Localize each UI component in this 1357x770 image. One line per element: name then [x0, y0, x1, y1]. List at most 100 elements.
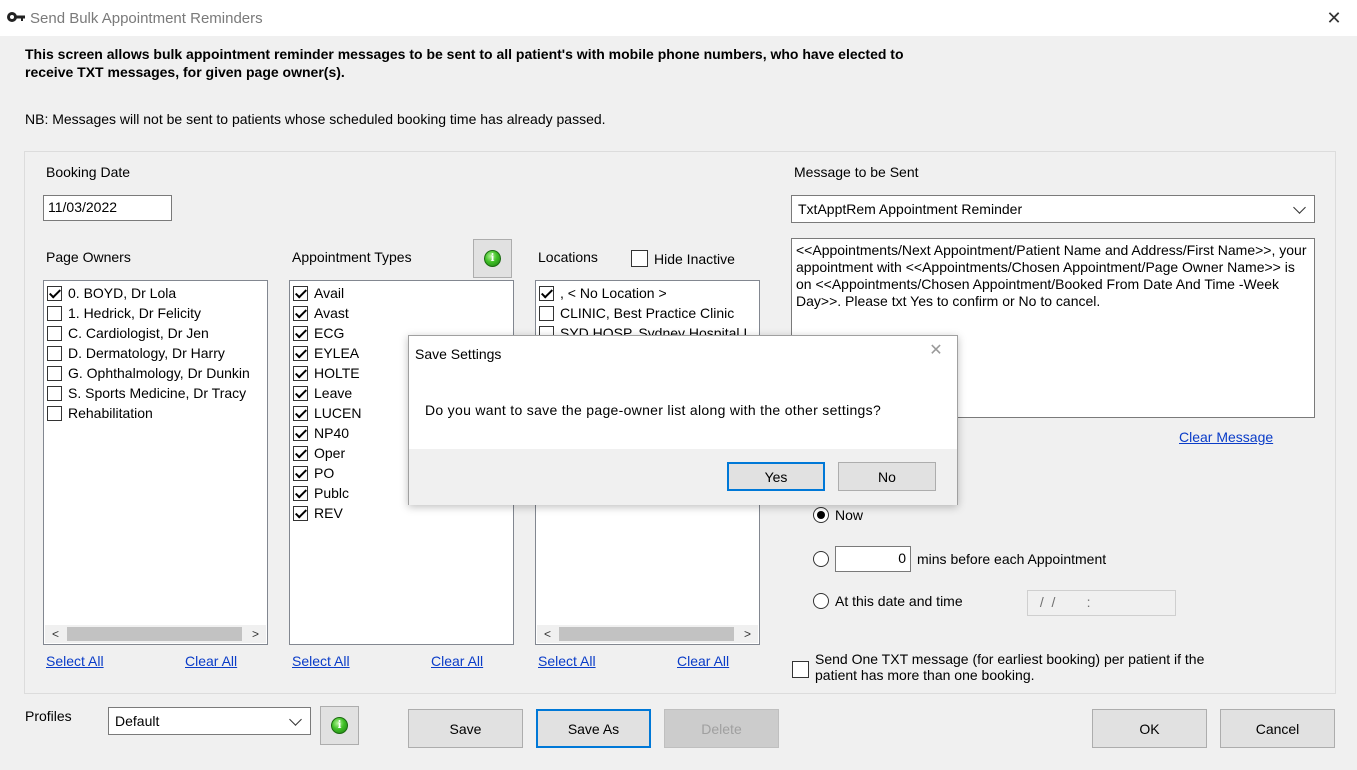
intro-line-1: This screen allows bulk appointment remi…	[25, 46, 904, 62]
location-item[interactable]: CLINIC, Best Practice Clinic	[536, 303, 759, 323]
info-icon: i	[331, 717, 348, 734]
scroll-thumb[interactable]	[559, 627, 734, 641]
appointment-type-label: Oper	[314, 445, 346, 461]
page-owners-label: Page Owners	[46, 249, 131, 265]
window-title: Send Bulk Appointment Reminders	[30, 10, 263, 27]
appointment-type-item[interactable]: Avail	[290, 283, 513, 303]
dialog-title: Save Settings	[415, 346, 502, 362]
page-owner-label: Rehabilitation	[68, 405, 153, 421]
hide-inactive-option[interactable]: Hide Inactive	[631, 250, 735, 267]
appointment-types-info-button[interactable]: i	[473, 239, 512, 278]
send-before-radio[interactable]	[813, 551, 829, 567]
page-owner-item[interactable]: C. Cardiologist, Dr Jen	[44, 323, 267, 343]
locations-select-all-link[interactable]: Select All	[538, 653, 596, 669]
intro-line-2: receive TXT messages, for given page own…	[25, 64, 345, 80]
booking-date-field[interactable]: 11/03/2022	[43, 195, 172, 221]
checkbox[interactable]	[293, 305, 308, 321]
checkbox[interactable]	[539, 285, 554, 301]
checkbox[interactable]	[293, 465, 308, 481]
clear-message-link[interactable]: Clear Message	[1179, 429, 1273, 445]
profiles-select[interactable]: Default	[108, 707, 311, 735]
intro-text: This screen allows bulk appointment remi…	[25, 45, 965, 81]
dialog-no-button[interactable]: No	[838, 462, 936, 491]
message-template-select[interactable]: TxtApptRem Appointment Reminder	[791, 195, 1315, 223]
checkbox[interactable]	[293, 325, 308, 341]
appointment-types-label: Appointment Types	[292, 249, 412, 265]
appointment-type-item[interactable]: Avast	[290, 303, 513, 323]
one-txt-line-1: Send One TXT message (for earliest booki…	[815, 651, 1205, 667]
checkbox[interactable]	[47, 285, 62, 301]
horizontal-scrollbar[interactable]: < >	[45, 625, 266, 643]
hide-inactive-checkbox[interactable]	[631, 250, 648, 267]
checkbox[interactable]	[293, 485, 308, 501]
location-item[interactable]: , < No Location >	[536, 283, 759, 303]
ok-button[interactable]: OK	[1092, 709, 1207, 748]
save-profile-button[interactable]: Save	[408, 709, 523, 748]
scroll-left-icon[interactable]: <	[47, 625, 64, 643]
page-owners-select-all-link[interactable]: Select All	[46, 653, 104, 669]
page-owner-item[interactable]: S. Sports Medicine, Dr Tracy	[44, 383, 267, 403]
appointment-type-label: HOLTE	[314, 365, 360, 381]
page-owner-item[interactable]: D. Dermatology, Dr Harry	[44, 343, 267, 363]
page-owner-label: C. Cardiologist, Dr Jen	[68, 325, 209, 341]
scroll-right-icon[interactable]: >	[247, 625, 264, 643]
dialog-close-icon[interactable]: ✕	[925, 340, 947, 362]
location-label: , < No Location >	[560, 285, 667, 301]
appointment-type-label: Avail	[314, 285, 345, 301]
page-owner-item[interactable]: G. Ophthalmology, Dr Dunkin	[44, 363, 267, 383]
checkbox[interactable]	[47, 305, 62, 321]
scroll-left-icon[interactable]: <	[539, 625, 556, 643]
scroll-right-icon[interactable]: >	[739, 625, 756, 643]
one-txt-line-2: patient has more than one booking.	[815, 667, 1035, 683]
chevron-down-icon	[289, 712, 302, 726]
locations-clear-all-link[interactable]: Clear All	[677, 653, 729, 669]
page-owner-item[interactable]: 1. Hedrick, Dr Felicity	[44, 303, 267, 323]
horizontal-scrollbar[interactable]: < >	[537, 625, 758, 643]
checkbox[interactable]	[293, 505, 308, 521]
mins-before-field[interactable]: 0	[835, 546, 911, 572]
checkbox[interactable]	[293, 345, 308, 361]
profiles-value: Default	[115, 713, 160, 729]
appointment-type-label: LUCEN	[314, 405, 362, 421]
cancel-button[interactable]: Cancel	[1220, 709, 1335, 748]
checkbox[interactable]	[47, 345, 62, 361]
checkbox[interactable]	[47, 385, 62, 401]
page-owner-label: G. Ophthalmology, Dr Dunkin	[68, 365, 250, 381]
appointment-type-label: EYLEA	[314, 345, 360, 361]
send-before-option[interactable]: 0 mins before each Appointment	[813, 546, 1106, 572]
checkbox[interactable]	[293, 405, 308, 421]
checkbox[interactable]	[539, 305, 554, 321]
send-at-radio[interactable]	[813, 593, 829, 609]
send-now-option[interactable]: Now	[813, 507, 863, 523]
send-at-datetime-field[interactable]: / / :	[1027, 590, 1176, 616]
message-label: Message to be Sent	[794, 164, 919, 180]
one-txt-option[interactable]: Send One TXT message (for earliest booki…	[792, 651, 1204, 683]
send-now-radio[interactable]	[813, 507, 829, 523]
dialog-yes-button[interactable]: Yes	[727, 462, 825, 491]
profiles-info-button[interactable]: i	[320, 706, 359, 745]
appointment-types-select-all-link[interactable]: Select All	[292, 653, 350, 669]
save-as-profile-button[interactable]: Save As	[536, 709, 651, 748]
appointment-type-item[interactable]: REV	[290, 503, 513, 523]
checkbox[interactable]	[47, 325, 62, 341]
page-owner-item[interactable]: Rehabilitation	[44, 403, 267, 423]
checkbox[interactable]	[293, 445, 308, 461]
checkbox[interactable]	[293, 385, 308, 401]
checkbox[interactable]	[293, 425, 308, 441]
page-owner-item[interactable]: 0. BOYD, Dr Lola	[44, 283, 267, 303]
scroll-thumb[interactable]	[67, 627, 242, 641]
checkbox[interactable]	[47, 405, 62, 421]
page-owners-clear-all-link[interactable]: Clear All	[185, 653, 237, 669]
appointment-types-clear-all-link[interactable]: Clear All	[431, 653, 483, 669]
close-icon[interactable]: ✕	[1322, 6, 1346, 30]
page-owner-label: S. Sports Medicine, Dr Tracy	[68, 385, 247, 401]
checkbox[interactable]	[293, 285, 308, 301]
checkbox[interactable]	[47, 365, 62, 381]
one-txt-checkbox[interactable]	[792, 661, 809, 678]
send-at-option[interactable]: At this date and time	[813, 593, 963, 609]
checkbox[interactable]	[293, 365, 308, 381]
page-owners-list[interactable]: 0. BOYD, Dr Lola 1. Hedrick, Dr Felicity…	[43, 280, 268, 645]
page-owner-label: D. Dermatology, Dr Harry	[68, 345, 225, 361]
key-icon	[7, 12, 25, 22]
location-label: CLINIC, Best Practice Clinic	[560, 305, 735, 321]
